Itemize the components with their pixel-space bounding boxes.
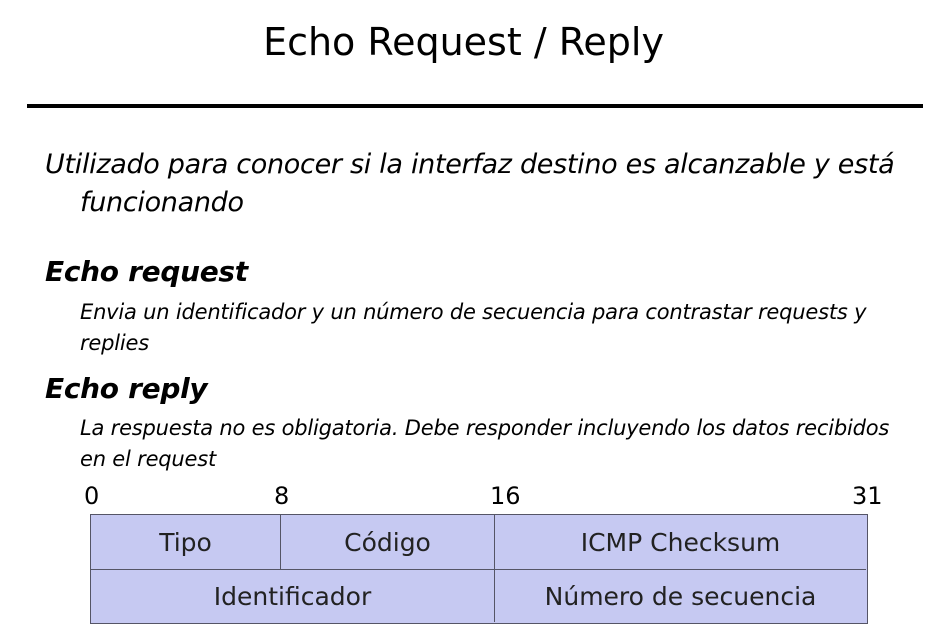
echo-request-heading: Echo request	[45, 255, 248, 288]
field-codigo: Código	[281, 515, 495, 570]
echo-request-description: Envia un identificador y un número de se…	[80, 300, 867, 355]
title-divider	[27, 104, 923, 108]
field-icmp-checksum: ICMP Checksum	[495, 515, 866, 570]
bit-label-0: 0	[84, 482, 100, 510]
bit-label-16: 16	[490, 482, 521, 510]
echo-reply-description: La respuesta no es obligatoria. Debe res…	[80, 416, 890, 471]
slide-title: Echo Request / Reply	[263, 20, 664, 64]
echo-reply-heading: Echo reply	[45, 372, 208, 405]
intro-text: Utilizado para conocer si la interfaz de…	[45, 149, 895, 218]
field-numero-de-secuencia: Número de secuencia	[544, 581, 817, 611]
bit-label-31: 31	[852, 482, 883, 510]
icmp-header-diagram: Tipo Código ICMP Checksum Identificador …	[90, 514, 868, 624]
bit-label-8: 8	[274, 482, 290, 510]
field-tipo: Tipo	[91, 515, 281, 570]
field-identificador: Identificador	[91, 570, 495, 622]
